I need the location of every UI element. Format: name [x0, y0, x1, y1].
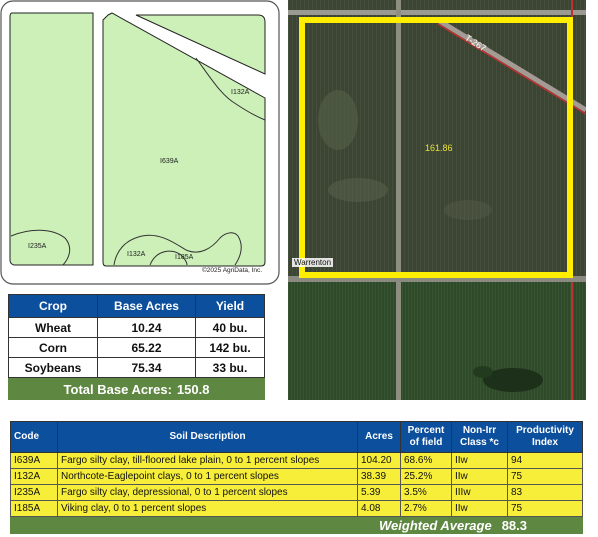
header-percent: Percent of field [400, 421, 452, 453]
soil-code: I185A [10, 500, 58, 517]
header-acres: Acres [357, 421, 401, 453]
soil-label-i132a-top: I132A [231, 89, 250, 96]
soil-label-i639a: I639A [160, 158, 179, 165]
soil-acres: 38.39 [357, 468, 401, 485]
soil-percent: 68.6% [400, 452, 452, 469]
crop-yield: 40 bu. [195, 317, 265, 338]
soil-table-section: Code Soil Description Acres Percent of f… [10, 421, 583, 534]
crop-table: Crop Base Acres Yield Wheat 10.24 40 bu.… [8, 294, 265, 378]
table-row: I639A Fargo silty clay, till-floored lak… [10, 452, 583, 469]
soil-label-i185a: I185A [175, 254, 194, 261]
soil-class: IIw [451, 500, 508, 517]
table-row: I235A Fargo silty clay, depressional, 0 … [10, 484, 583, 501]
soil-acres: 104.20 [357, 452, 401, 469]
soil-acres: 5.39 [357, 484, 401, 501]
aerial-photo: 161.86 Warrenton T-267 [288, 0, 586, 400]
soil-percent: 25.2% [400, 468, 452, 485]
header-base-acres: Base Acres [97, 294, 196, 318]
place-label: Warrenton [292, 258, 334, 267]
soil-percent: 2.7% [400, 500, 452, 517]
weighted-average-value: 88.3 [501, 518, 528, 533]
table-row: Wheat 10.24 40 bu. [8, 317, 265, 338]
soil-map-copyright: ©2025 AgriData, Inc. [202, 266, 262, 274]
crop-base-acres: 10.24 [97, 317, 196, 338]
soil-index: 75 [507, 468, 583, 485]
crop-name: Corn [8, 337, 98, 358]
soil-class: IIw [451, 468, 508, 485]
header-percent-line2: of field [409, 437, 443, 448]
total-base-acres-value: 150.8 [176, 381, 210, 397]
header-productivity-index: Productivity Index [507, 421, 583, 453]
soil-acres: 4.08 [357, 500, 401, 517]
soil-map: I132A I639A I235A I132A I185A ©2025 Agri… [0, 0, 280, 285]
table-row: Corn 65.22 142 bu. [8, 337, 265, 358]
header-crop: Crop [8, 294, 98, 318]
soil-code: I132A [10, 468, 58, 485]
soil-label-i132a-bottom: I132A [127, 251, 146, 258]
field-acres-label: 161.86 [425, 143, 453, 153]
header-index-line2: Index [531, 437, 559, 448]
header-yield: Yield [195, 294, 265, 318]
soil-class: IIw [451, 452, 508, 469]
table-row: I132A Northcote-Eaglepoint clays, 0 to 1… [10, 468, 583, 485]
header-soil-description: Soil Description [57, 421, 358, 453]
crop-base-acres: 75.34 [97, 357, 196, 378]
header-code: Code [10, 421, 58, 453]
soil-index: 94 [507, 452, 583, 469]
soil-code: I235A [10, 484, 58, 501]
soil-index: 75 [507, 500, 583, 517]
table-row: I185A Viking clay, 0 to 1 percent slopes… [10, 500, 583, 517]
soil-label-i235a: I235A [28, 243, 47, 250]
soil-description: Viking clay, 0 to 1 percent slopes [57, 500, 358, 517]
header-class-line1: Non-Irr [462, 425, 497, 436]
weighted-average: Weighted Average 88.3 [10, 517, 583, 534]
soil-code: I639A [10, 452, 58, 469]
header-index-line1: Productivity [516, 425, 574, 436]
crop-table-header: Crop Base Acres Yield [8, 294, 265, 318]
soil-description: Northcote-Eaglepoint clays, 0 to 1 perce… [57, 468, 358, 485]
crop-name: Soybeans [8, 357, 98, 378]
total-base-acres: Total Base Acres: 150.8 [8, 378, 265, 400]
soil-polygon-left [9, 12, 94, 266]
crop-yield: 142 bu. [195, 337, 265, 358]
soil-description: Fargo silty clay, till-floored lake plai… [57, 452, 358, 469]
crop-base-acres: 65.22 [97, 337, 196, 358]
soil-table-header: Code Soil Description Acres Percent of f… [10, 421, 583, 453]
total-base-acres-label: Total Base Acres: [63, 381, 172, 397]
soil-index: 83 [507, 484, 583, 501]
weighted-average-label: Weighted Average [379, 518, 492, 533]
soil-description: Fargo silty clay, depressional, 0 to 1 p… [57, 484, 358, 501]
header-class: Non-Irr Class *c [451, 421, 508, 453]
table-row: Soybeans 75.34 33 bu. [8, 357, 265, 378]
crop-name: Wheat [8, 317, 98, 338]
soil-table: Code Soil Description Acres Percent of f… [10, 421, 583, 517]
soil-percent: 3.5% [400, 484, 452, 501]
header-percent-line1: Percent [407, 425, 445, 436]
soil-class: IIIw [451, 484, 508, 501]
header-class-line2: Class *c [460, 437, 499, 448]
crop-yield: 33 bu. [195, 357, 265, 378]
